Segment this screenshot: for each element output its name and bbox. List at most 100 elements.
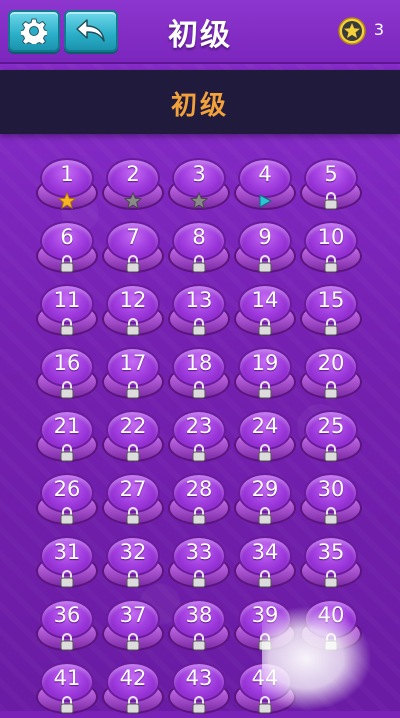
level-button[interactable]: 29 (233, 473, 297, 529)
level-number: 38 (185, 603, 213, 627)
level-number: 22 (119, 414, 147, 438)
level-number: 3 (192, 162, 206, 186)
lock-icon (256, 507, 274, 525)
level-button[interactable]: 16 (35, 347, 99, 403)
level-button[interactable]: 15 (299, 284, 363, 340)
lock-icon (124, 444, 142, 462)
lock-icon (256, 381, 274, 399)
lock-icon (58, 570, 76, 588)
level-number: 24 (251, 414, 279, 438)
level-button[interactable]: 26 (35, 473, 99, 529)
level-button[interactable]: 30 (299, 473, 363, 529)
level-button[interactable]: 4 (233, 158, 297, 214)
level-button[interactable]: 25 (299, 410, 363, 466)
lock-icon (58, 255, 76, 273)
lock-icon (124, 507, 142, 525)
lock-icon (124, 381, 142, 399)
level-button[interactable]: 32 (101, 536, 165, 592)
star-total-icon (338, 17, 366, 45)
level-button[interactable]: 9 (233, 221, 297, 277)
lock-icon (58, 381, 76, 399)
level-button[interactable]: 13 (167, 284, 231, 340)
level-number: 35 (317, 540, 345, 564)
level-button[interactable]: 27 (101, 473, 165, 529)
level-button[interactable]: 1 (35, 158, 99, 214)
level-button[interactable]: 21 (35, 410, 99, 466)
level-number: 30 (317, 477, 345, 501)
level-button[interactable]: 42 (101, 662, 165, 718)
level-button[interactable]: 35 (299, 536, 363, 592)
level-number: 14 (251, 288, 279, 312)
level-number: 37 (119, 603, 147, 627)
level-button[interactable]: 12 (101, 284, 165, 340)
level-number: 11 (53, 288, 81, 312)
level-number: 6 (60, 225, 74, 249)
level-number: 34 (251, 540, 279, 564)
lock-icon (124, 696, 142, 714)
level-button[interactable]: 8 (167, 221, 231, 277)
level-button[interactable]: 37 (101, 599, 165, 655)
level-button[interactable]: 22 (101, 410, 165, 466)
lock-icon (322, 570, 340, 588)
lock-icon (322, 507, 340, 525)
level-button[interactable]: 14 (233, 284, 297, 340)
level-number: 7 (126, 225, 140, 249)
lock-icon (322, 192, 340, 210)
level-button[interactable]: 10 (299, 221, 363, 277)
lock-icon (190, 507, 208, 525)
lock-icon (124, 633, 142, 651)
level-number: 25 (317, 414, 345, 438)
level-number: 29 (251, 477, 279, 501)
category-title: 初级 (170, 91, 229, 121)
lock-icon (190, 570, 208, 588)
lock-icon (190, 444, 208, 462)
level-button[interactable]: 36 (35, 599, 99, 655)
level-button[interactable]: 41 (35, 662, 99, 718)
level-button[interactable]: 33 (167, 536, 231, 592)
level-button[interactable]: 2 (101, 158, 165, 214)
level-button[interactable]: 24 (233, 410, 297, 466)
level-button[interactable]: 34 (233, 536, 297, 592)
level-number: 5 (324, 162, 338, 186)
lock-icon (190, 318, 208, 336)
level-number: 9 (258, 225, 272, 249)
lock-icon (58, 507, 76, 525)
level-button[interactable]: 28 (167, 473, 231, 529)
level-number: 21 (53, 414, 81, 438)
level-number: 20 (317, 351, 345, 375)
lock-icon (190, 381, 208, 399)
level-button[interactable]: 18 (167, 347, 231, 403)
level-number: 12 (119, 288, 147, 312)
level-button[interactable]: 6 (35, 221, 99, 277)
level-number: 4 (258, 162, 272, 186)
level-button[interactable]: 38 (167, 599, 231, 655)
level-button[interactable]: 7 (101, 221, 165, 277)
level-button[interactable]: 23 (167, 410, 231, 466)
lock-icon (322, 318, 340, 336)
lock-icon (322, 255, 340, 273)
level-number: 23 (185, 414, 213, 438)
level-number: 19 (251, 351, 279, 375)
level-number: 15 (317, 288, 345, 312)
lock-icon (58, 696, 76, 714)
play-icon (256, 192, 274, 210)
level-button[interactable]: 43 (167, 662, 231, 718)
gold-star-icon (58, 191, 76, 210)
level-button[interactable]: 31 (35, 536, 99, 592)
lock-icon (190, 633, 208, 651)
lock-icon (58, 318, 76, 336)
level-button[interactable]: 17 (101, 347, 165, 403)
level-button[interactable]: 19 (233, 347, 297, 403)
level-button[interactable]: 20 (299, 347, 363, 403)
level-number: 16 (53, 351, 81, 375)
level-number: 32 (119, 540, 147, 564)
level-number: 42 (119, 666, 147, 690)
level-number: 13 (185, 288, 213, 312)
gray-star-icon (190, 192, 208, 210)
level-number: 33 (185, 540, 213, 564)
lock-icon (124, 255, 142, 273)
level-button[interactable]: 3 (167, 158, 231, 214)
watermark (262, 606, 372, 711)
level-button[interactable]: 11 (35, 284, 99, 340)
level-button[interactable]: 5 (299, 158, 363, 214)
